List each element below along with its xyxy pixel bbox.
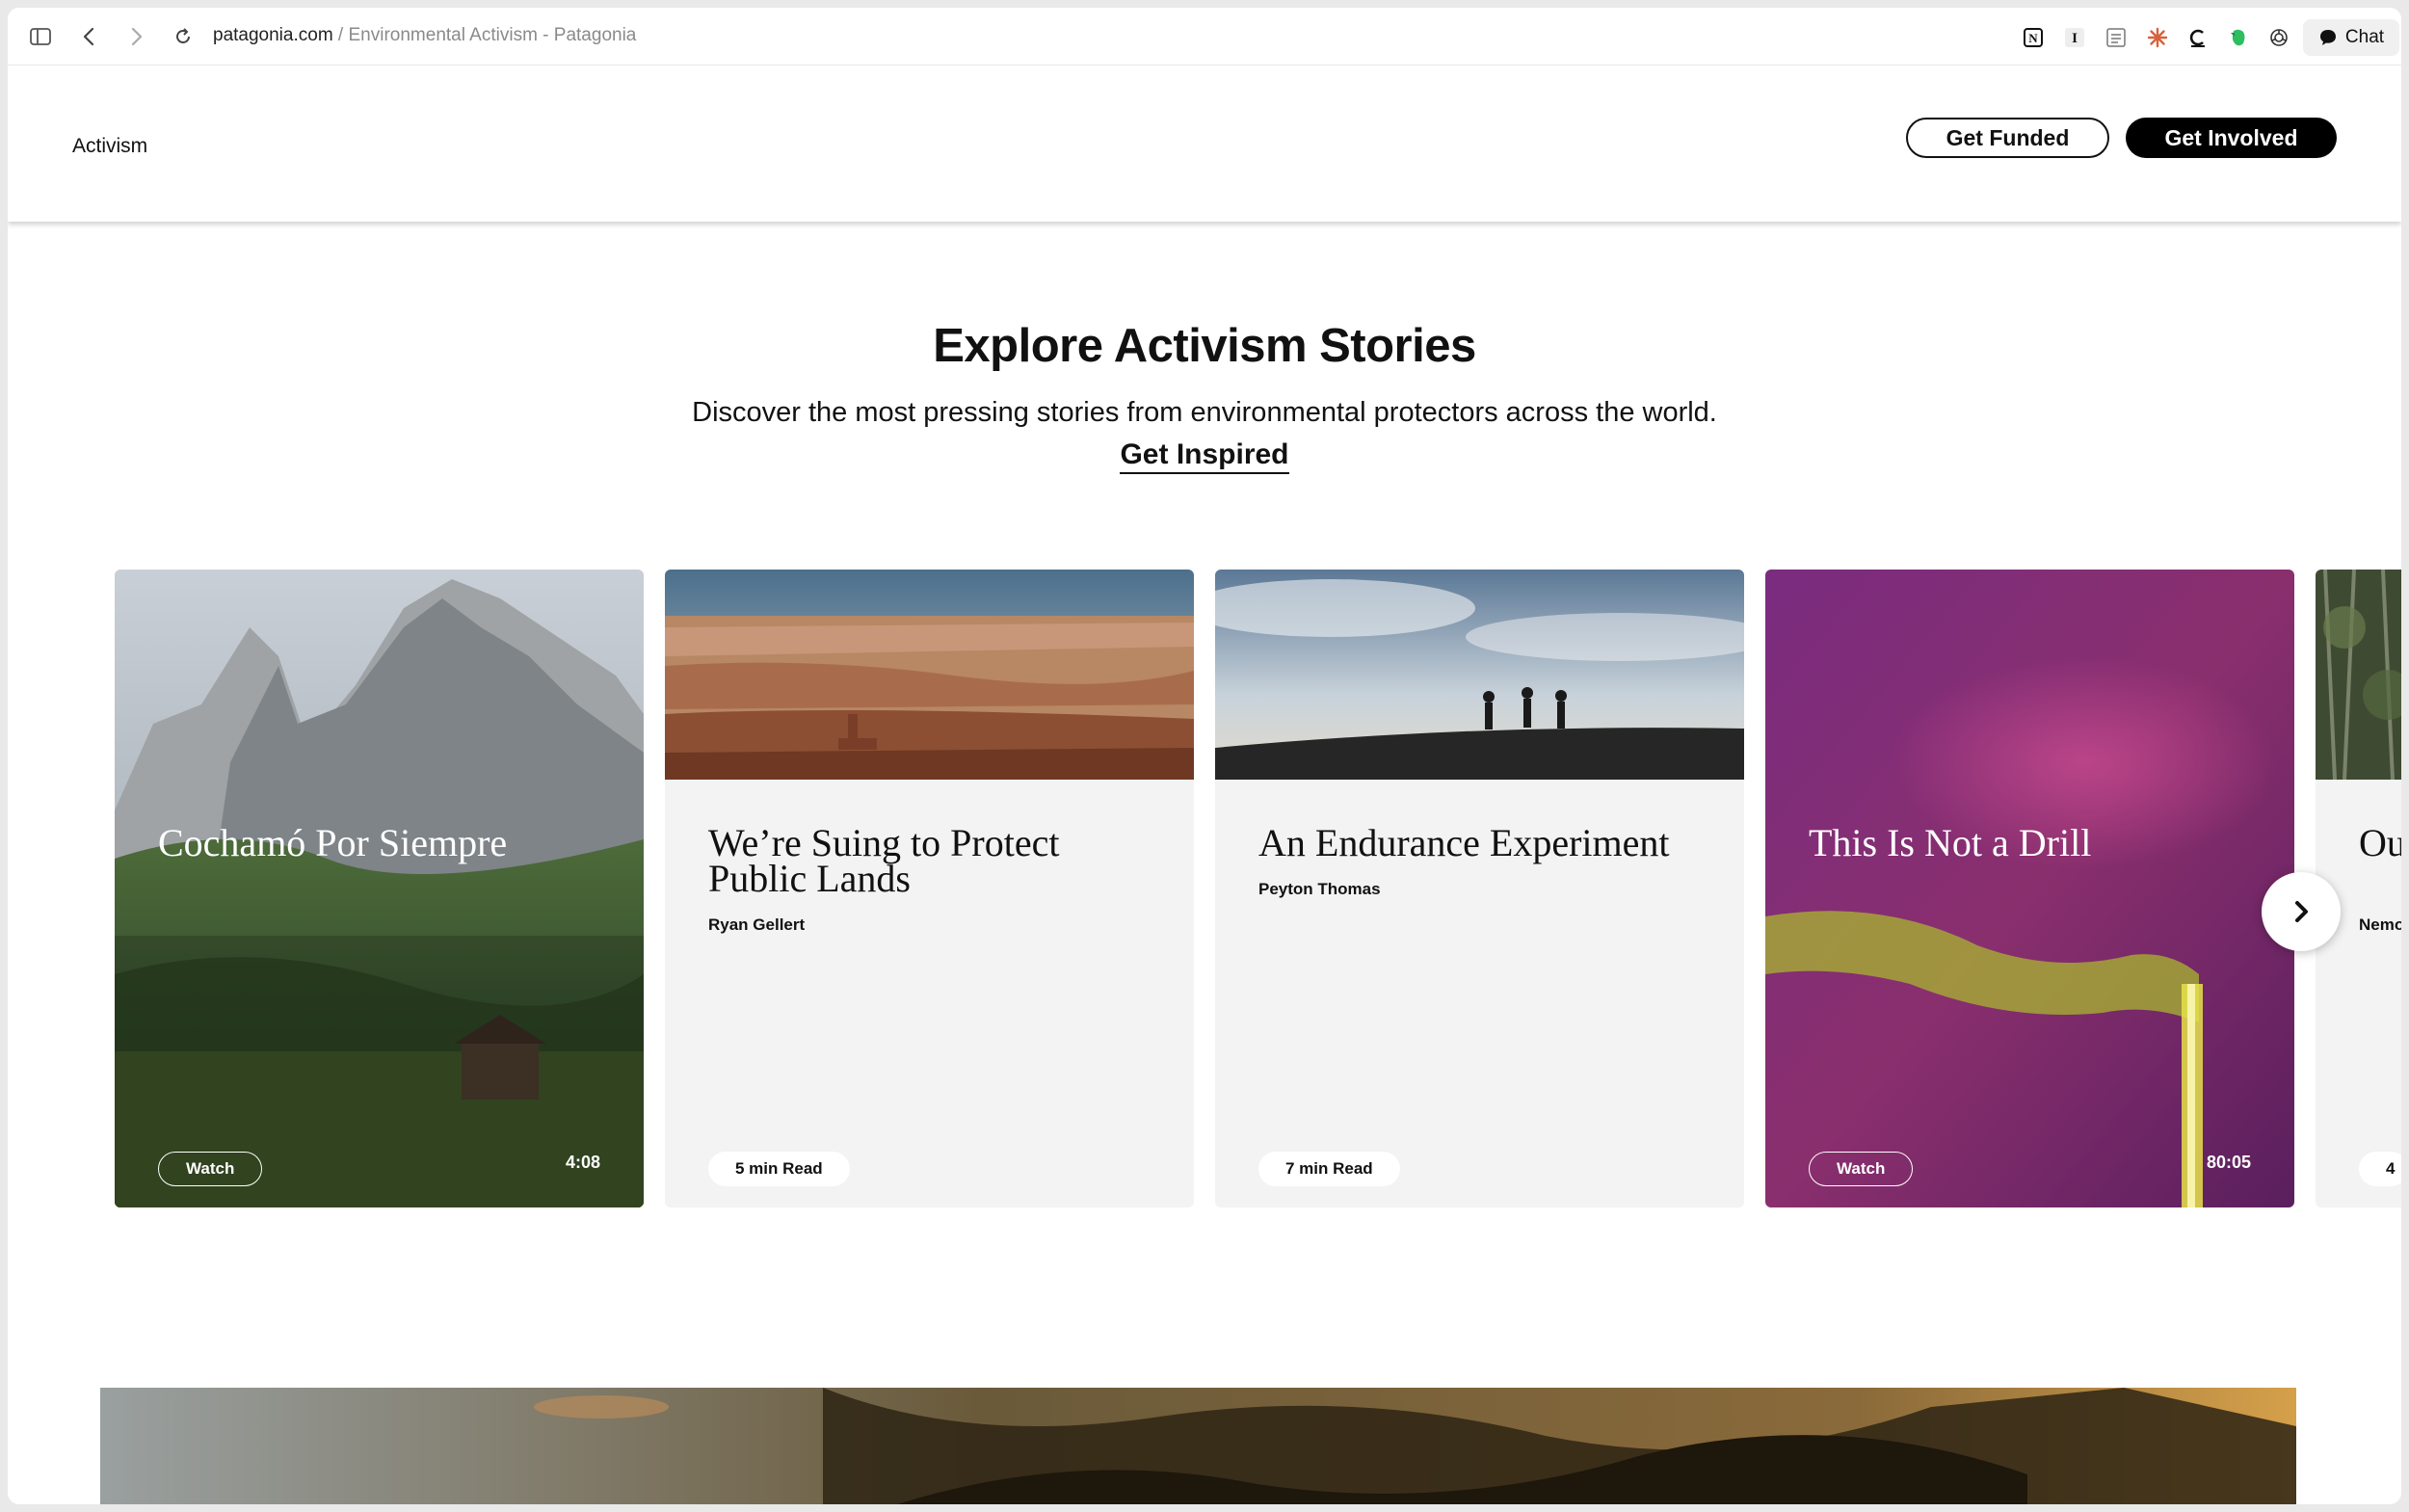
notion-icon[interactable]: N bbox=[2021, 25, 2046, 50]
browser-toolbar: patagonia.com / Environmental Activism -… bbox=[8, 8, 2401, 66]
card-image-canyon bbox=[665, 570, 1194, 780]
address-bar[interactable]: patagonia.com / Environmental Activism -… bbox=[213, 25, 636, 46]
forward-icon[interactable] bbox=[121, 21, 152, 52]
card-title: Ou of I bbox=[2359, 821, 2401, 864]
activism-nav-link[interactable]: Activism bbox=[72, 135, 147, 158]
svg-text:I: I bbox=[2072, 31, 2078, 46]
back-icon[interactable] bbox=[73, 21, 104, 52]
watch-button[interactable]: Watch bbox=[1809, 1152, 1914, 1186]
evernote-icon[interactable] bbox=[2226, 25, 2251, 50]
address-separator: / bbox=[332, 25, 349, 45]
story-card[interactable]: This Is Not a Drill Watch 80:05 bbox=[1765, 570, 2294, 1207]
instapaper-icon[interactable]: I bbox=[2062, 25, 2087, 50]
reader-icon[interactable] bbox=[2104, 25, 2129, 50]
story-card[interactable]: We’re Suing to Protect Public Lands Ryan… bbox=[665, 570, 1194, 1207]
browser-window: patagonia.com / Environmental Activism -… bbox=[8, 8, 2401, 1504]
card-title: Cochamó Por Siempre bbox=[158, 821, 508, 864]
feature-banner-image bbox=[100, 1388, 2296, 1504]
reload-icon[interactable] bbox=[168, 21, 199, 52]
card-image-forest bbox=[2316, 570, 2401, 781]
chat-label: Chat bbox=[2344, 27, 2385, 47]
address-host: patagonia.com bbox=[213, 25, 333, 45]
chat-button[interactable]: Chat bbox=[2303, 19, 2399, 56]
copilot-icon[interactable] bbox=[2185, 25, 2210, 50]
card-image-smokestack bbox=[1765, 570, 2294, 1207]
get-inspired-link[interactable]: Get Inspired bbox=[1120, 438, 1289, 474]
story-card[interactable]: An Endurance Experiment Peyton Thomas 7 … bbox=[1215, 570, 1744, 1207]
openai-icon[interactable] bbox=[2266, 25, 2291, 50]
get-inspired-link-wrapper: Get Inspired bbox=[8, 438, 2401, 474]
read-time-badge: 7 min Read bbox=[1258, 1152, 1400, 1186]
section-title: Explore Activism Stories bbox=[933, 320, 1476, 372]
card-image-hikers bbox=[1215, 570, 1744, 780]
read-time-badge: 5 min Read bbox=[708, 1152, 850, 1186]
card-image-mountains bbox=[115, 570, 644, 1207]
address-page-title: Environmental Activism - Patagonia bbox=[348, 25, 637, 45]
get-funded-button[interactable]: Get Funded bbox=[1906, 118, 2109, 158]
duration-badge: 4 bbox=[2359, 1152, 2401, 1186]
card-author: Nemo bbox=[2359, 915, 2401, 934]
site-header: Activism Get Funded Get Involved bbox=[8, 66, 2401, 222]
carousel-next-button[interactable] bbox=[2262, 872, 2341, 951]
card-title: We’re Suing to Protect Public Lands bbox=[708, 821, 1060, 900]
claude-icon[interactable] bbox=[2145, 25, 2170, 50]
card-author: Ryan Gellert bbox=[708, 915, 806, 934]
video-duration: 4:08 bbox=[565, 1153, 600, 1172]
section-subtitle: Discover the most pressing stories from … bbox=[692, 397, 1717, 428]
card-title: An Endurance Experiment bbox=[1258, 821, 1670, 864]
story-card[interactable]: Cochamó Por Siempre Watch 4:08 bbox=[115, 570, 644, 1207]
card-title: This Is Not a Drill bbox=[1809, 821, 2092, 864]
get-involved-button[interactable]: Get Involved bbox=[2126, 118, 2337, 158]
chevron-right-icon bbox=[2295, 901, 2308, 922]
card-author: Peyton Thomas bbox=[1258, 880, 1381, 898]
sidebar-toggle-icon[interactable] bbox=[25, 21, 56, 52]
watch-button[interactable]: Watch bbox=[158, 1152, 263, 1186]
chat-bubble-icon bbox=[2319, 30, 2336, 45]
svg-text:N: N bbox=[2028, 31, 2038, 45]
video-duration: 80:05 bbox=[2206, 1153, 2251, 1172]
